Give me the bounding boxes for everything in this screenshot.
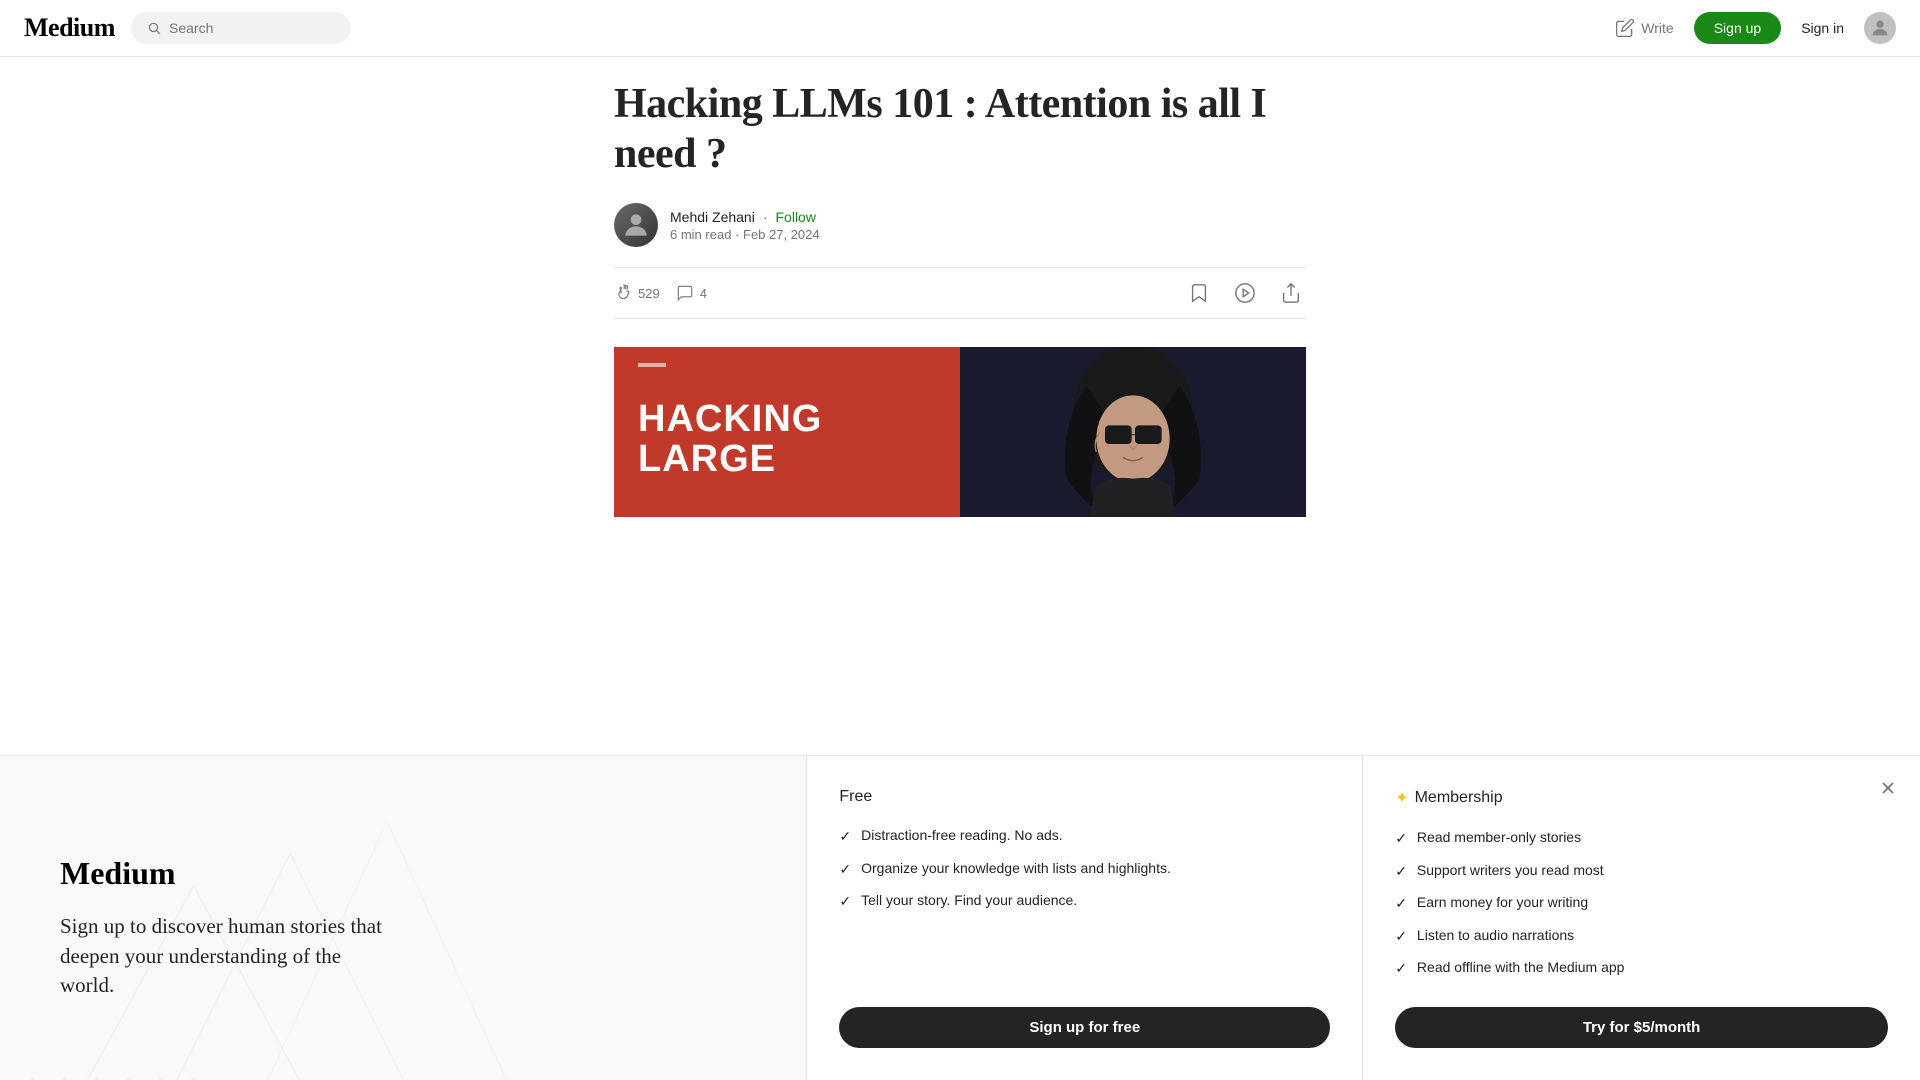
membership-feature-4: ✓ Listen to audio narrations bbox=[1395, 926, 1888, 947]
signup-modal: 01001101 01100101 01100100 01101001 0111… bbox=[0, 755, 1920, 1080]
search-input[interactable] bbox=[169, 20, 335, 36]
author-avatar[interactable] bbox=[614, 203, 658, 247]
nav-right: Write Sign up Sign in bbox=[1615, 12, 1896, 44]
publish-date: Feb 27, 2024 bbox=[743, 227, 820, 242]
signin-link[interactable]: Sign in bbox=[1801, 20, 1844, 36]
user-icon bbox=[1869, 17, 1891, 39]
article-title: Hacking LLMs 101 : Attention is all I ne… bbox=[614, 80, 1306, 179]
overlay-tagline: Sign up to discover human stories that d… bbox=[60, 912, 400, 1000]
read-time: 6 min read bbox=[670, 227, 731, 242]
navbar: Medium Write Sign up Sign in bbox=[0, 0, 1920, 57]
author-meta: Mehdi Zehani · Follow 6 min read · Feb 2… bbox=[670, 209, 820, 242]
write-label: Write bbox=[1641, 20, 1673, 36]
check-icon-3: ✓ bbox=[839, 892, 851, 912]
membership-plan: ✦ Membership ✓ Read member-only stories … bbox=[1363, 756, 1920, 1080]
close-button[interactable] bbox=[1872, 772, 1904, 804]
free-plan-header: Free bbox=[839, 788, 1330, 806]
membership-feature-2-text: Support writers you read most bbox=[1417, 861, 1604, 881]
hero-image: HACKING LARGE bbox=[614, 347, 1306, 517]
hero-image-container: HACKING LARGE bbox=[614, 347, 1306, 517]
search-bar[interactable] bbox=[131, 12, 351, 44]
membership-feature-1-text: Read member-only stories bbox=[1417, 828, 1581, 848]
hero-image-inner: HACKING LARGE bbox=[614, 347, 1306, 517]
check-icon-m1: ✓ bbox=[1395, 829, 1407, 849]
stats-bar: 529 4 bbox=[614, 267, 1306, 319]
close-icon bbox=[1878, 778, 1898, 798]
check-icon-m5: ✓ bbox=[1395, 959, 1407, 979]
free-feature-1: ✓ Distraction-free reading. No ads. bbox=[839, 826, 1330, 847]
listen-button[interactable] bbox=[1230, 278, 1260, 308]
star-icon: ✦ bbox=[1395, 788, 1408, 808]
medium-logo[interactable]: Medium bbox=[24, 13, 115, 43]
signup-button[interactable]: Sign up bbox=[1694, 12, 1781, 44]
comments-stat[interactable]: 4 bbox=[676, 284, 707, 302]
free-plan: Free ✓ Distraction-free reading. No ads.… bbox=[806, 756, 1363, 1080]
free-plan-features: ✓ Distraction-free reading. No ads. ✓ Or… bbox=[839, 826, 1330, 912]
membership-header-text: Membership bbox=[1415, 789, 1503, 807]
author-dot: · bbox=[763, 209, 768, 225]
stats-right bbox=[1184, 278, 1306, 308]
membership-feature-2: ✓ Support writers you read most bbox=[1395, 861, 1888, 882]
hero-text-line1: HACKING LARGE bbox=[638, 400, 822, 480]
check-icon-m2: ✓ bbox=[1395, 862, 1407, 882]
play-icon bbox=[1234, 282, 1256, 304]
follow-button[interactable]: Follow bbox=[776, 209, 816, 225]
check-icon-m4: ✓ bbox=[1395, 927, 1407, 947]
hero-dark-panel bbox=[960, 347, 1306, 517]
write-button[interactable]: Write bbox=[1615, 18, 1673, 38]
article-container: Hacking LLMs 101 : Attention is all I ne… bbox=[590, 0, 1330, 517]
membership-feature-1: ✓ Read member-only stories bbox=[1395, 828, 1888, 849]
membership-plan-features: ✓ Read member-only stories ✓ Support wri… bbox=[1395, 828, 1888, 979]
clap-icon bbox=[614, 284, 632, 302]
comment-icon bbox=[676, 284, 694, 302]
signup-membership-button[interactable]: Try for $5/month bbox=[1395, 1007, 1888, 1048]
share-button[interactable] bbox=[1276, 278, 1306, 308]
check-icon-1: ✓ bbox=[839, 827, 851, 847]
write-icon bbox=[1615, 18, 1635, 38]
check-icon-m3: ✓ bbox=[1395, 894, 1407, 914]
free-feature-3-text: Tell your story. Find your audience. bbox=[861, 891, 1077, 911]
claps-stat[interactable]: 529 bbox=[614, 284, 660, 302]
check-icon-2: ✓ bbox=[839, 860, 851, 880]
membership-plan-header: ✦ Membership bbox=[1395, 788, 1888, 808]
share-icon bbox=[1280, 282, 1302, 304]
stats-left: 529 4 bbox=[614, 284, 707, 302]
author-row: Mehdi Zehani · Follow 6 min read · Feb 2… bbox=[614, 203, 1306, 247]
overlay-branding: 01001101 01100101 01100100 01101001 0111… bbox=[0, 756, 806, 1080]
search-icon bbox=[147, 20, 161, 36]
membership-feature-3-text: Earn money for your writing bbox=[1417, 893, 1588, 913]
membership-feature-5: ✓ Read offline with the Medium app bbox=[1395, 958, 1888, 979]
article-date: 6 min read · Feb 27, 2024 bbox=[670, 227, 820, 242]
membership-feature-3: ✓ Earn money for your writing bbox=[1395, 893, 1888, 914]
avatar[interactable] bbox=[1864, 12, 1896, 44]
overlay-logo: Medium bbox=[60, 855, 746, 892]
date-separator: · bbox=[735, 227, 743, 242]
author-name-row: Mehdi Zehani · Follow bbox=[670, 209, 820, 225]
free-feature-3: ✓ Tell your story. Find your audience. bbox=[839, 891, 1330, 912]
claps-count: 529 bbox=[638, 286, 660, 301]
save-button[interactable] bbox=[1184, 278, 1214, 308]
free-feature-1-text: Distraction-free reading. No ads. bbox=[861, 826, 1063, 846]
signup-free-button[interactable]: Sign up for free bbox=[839, 1007, 1330, 1048]
face-illustration bbox=[1033, 347, 1233, 517]
comments-count: 4 bbox=[700, 286, 707, 301]
author-name[interactable]: Mehdi Zehani bbox=[670, 209, 755, 225]
membership-feature-5-text: Read offline with the Medium app bbox=[1417, 958, 1625, 978]
membership-feature-4-text: Listen to audio narrations bbox=[1417, 926, 1574, 946]
free-feature-2: ✓ Organize your knowledge with lists and… bbox=[839, 859, 1330, 880]
free-feature-2-text: Organize your knowledge with lists and h… bbox=[861, 859, 1171, 879]
bookmark-icon bbox=[1188, 282, 1210, 304]
author-avatar-icon bbox=[620, 209, 652, 241]
hero-red-panel: HACKING LARGE bbox=[614, 347, 960, 517]
